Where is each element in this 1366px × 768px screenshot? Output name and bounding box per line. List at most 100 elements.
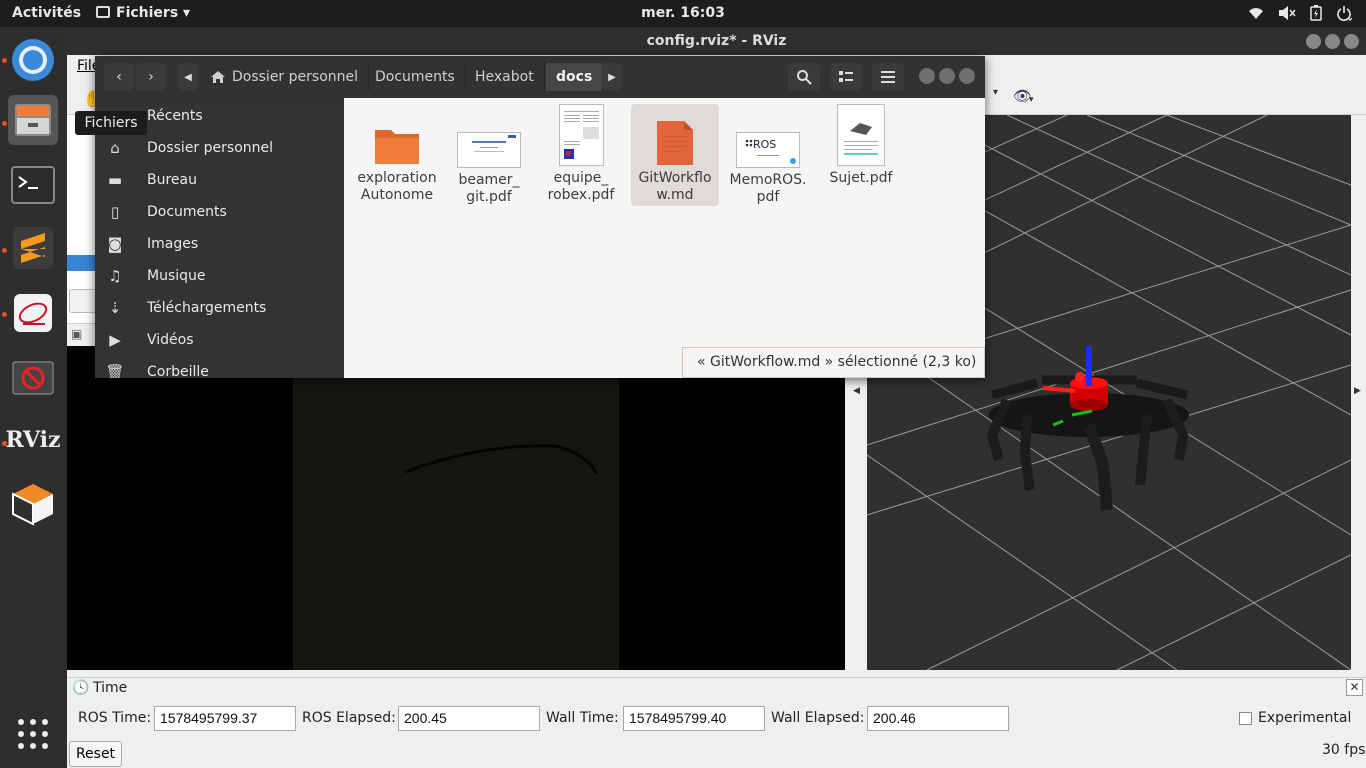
hamburger-icon: [881, 71, 895, 83]
camera-image: [293, 346, 619, 670]
fps-readout: 30 fps: [1322, 742, 1366, 758]
experimental-checkbox[interactable]: [1239, 712, 1252, 725]
tool-dropdown-icon[interactable]: ▾: [993, 87, 998, 98]
files-maximize-button[interactable]: [939, 68, 955, 84]
document-icon: ▯: [110, 203, 120, 221]
dock: RViz: [0, 27, 67, 768]
view-dropdown-icon[interactable]: ▾: [1029, 95, 1034, 105]
breadcrumb-documents[interactable]: Documents: [365, 63, 466, 91]
sidebar-item-label: Documents: [147, 204, 227, 220]
file-item[interactable]: ROS MemoROS. pdf: [724, 104, 812, 206]
close-button[interactable]: [1344, 34, 1359, 49]
sidebar-item-label: Récents: [147, 108, 203, 124]
clock-icon: 🕓: [72, 680, 90, 696]
sidebar-item-home[interactable]: ⌂ Dossier personnel: [95, 132, 344, 164]
pdf-paper-thumbnail: [558, 104, 604, 166]
file-item[interactable]: beamer_ git.pdf: [445, 104, 533, 206]
selection-status: « GitWorkflow.md » sélectionné (2,3 ko): [682, 347, 985, 378]
wall-elapsed-label: Wall Elapsed:: [771, 710, 865, 726]
wall-time-label: Wall Time:: [546, 710, 619, 726]
top-bar: Activités Fichiers ▾ mer. 16:03: [0, 0, 1366, 27]
volume-muted-icon[interactable]: [1278, 5, 1296, 21]
sidebar-item-downloads[interactable]: ⇣ Téléchargements: [95, 292, 344, 324]
system-tray[interactable]: [1248, 5, 1352, 21]
view-toggle-button[interactable]: [830, 63, 862, 91]
right-dock-strip[interactable]: ▶: [1351, 115, 1366, 670]
trash-icon: 🗑: [105, 363, 125, 378]
list-view-icon: [839, 71, 853, 82]
breadcrumb-scroll-right[interactable]: ▶: [602, 63, 622, 91]
rviz-title-bar: config.rviz* - RViz: [67, 27, 1366, 55]
forward-button[interactable]: ›: [136, 63, 166, 91]
home-icon: ⌂: [110, 139, 120, 157]
back-button[interactable]: ‹: [104, 63, 134, 91]
file-name-line1: Sujet.pdf: [829, 170, 893, 186]
breadcrumb-hexabot[interactable]: Hexabot: [465, 63, 545, 91]
power-menu-icon[interactable]: [1336, 5, 1352, 21]
close-panel-button[interactable]: ✕: [1346, 679, 1363, 696]
file-name-line2: robex.pdf: [547, 187, 615, 203]
file-name-line2: Autonome: [360, 187, 434, 203]
file-item[interactable]: equipe_ robex.pdf: [537, 104, 625, 204]
ros-elapsed-field[interactable]: 200.45: [398, 706, 540, 731]
breadcrumb-home[interactable]: Dossier personnel: [200, 63, 370, 91]
camera-icon: ◙: [107, 235, 123, 253]
collapse-left-icon[interactable]: ◀: [853, 386, 860, 396]
files-close-button[interactable]: [959, 68, 975, 84]
file-name-line1: beamer_: [458, 172, 520, 188]
sidebar-item-videos[interactable]: ▶ Vidéos: [95, 324, 344, 356]
files-window-controls: [919, 68, 975, 84]
running-indicator: [2, 312, 7, 317]
show-applications-icon[interactable]: [8, 709, 58, 759]
clock[interactable]: mer. 16:03: [0, 5, 1366, 21]
battery-icon[interactable]: [1310, 5, 1322, 21]
sidebar-item-music[interactable]: ♫ Musique: [95, 260, 344, 292]
folder-icon: [373, 126, 421, 166]
hexapod-robot: [986, 346, 1189, 511]
files-minimize-button[interactable]: [919, 68, 935, 84]
wall-time-field[interactable]: 1578495799.40: [623, 706, 765, 731]
chromium-icon[interactable]: [8, 35, 58, 85]
sublime-text-icon[interactable]: [8, 223, 58, 273]
collapse-right-icon[interactable]: ▶: [1354, 386, 1361, 396]
wifi-icon[interactable]: [1248, 5, 1264, 21]
menu-button[interactable]: [872, 63, 904, 91]
maximize-button[interactable]: [1325, 34, 1340, 49]
chevron-left-icon: ‹: [116, 69, 122, 85]
window-title: config.rviz* - RViz: [646, 33, 787, 49]
blocked-app-icon[interactable]: [8, 353, 58, 403]
3d-app-icon[interactable]: [8, 479, 58, 529]
terminal-icon[interactable]: [8, 160, 58, 210]
file-item-selected[interactable]: GitWorkflo w.md: [631, 104, 719, 206]
file-item[interactable]: Sujet.pdf: [817, 104, 905, 187]
files-icon[interactable]: [8, 95, 58, 145]
ros-time-field[interactable]: 1578495799.37: [154, 706, 296, 731]
folder-icon: ▬: [107, 171, 123, 189]
sidebar-item-trash[interactable]: 🗑 Corbeille: [95, 356, 344, 378]
sidebar-item-desktop[interactable]: ▬ Bureau: [95, 164, 344, 196]
markdown-file-icon: [656, 120, 694, 166]
minimize-button[interactable]: [1306, 34, 1321, 49]
file-name-line1: equipe_: [553, 170, 609, 186]
sidebar-item-label: Téléchargements: [147, 300, 267, 316]
wall-elapsed-field[interactable]: 200.46: [867, 706, 1009, 731]
music-icon: ♫: [108, 267, 122, 285]
search-button[interactable]: [788, 63, 820, 91]
file-item[interactable]: exploration Autonome: [353, 104, 441, 204]
sidebar-item-label: Dossier personnel: [147, 140, 274, 156]
reset-button[interactable]: Reset: [69, 741, 122, 767]
camera-frame-content: [404, 444, 599, 475]
camera-panel-icon: ▣: [71, 327, 83, 341]
time-panel-title: Time: [93, 680, 128, 696]
dock-tooltip: Fichiers: [75, 111, 147, 135]
sidebar-item-images[interactable]: ◙ Images: [95, 228, 344, 260]
sidebar-item-documents[interactable]: ▯ Documents: [95, 196, 344, 228]
pdf-reader-icon[interactable]: [8, 288, 58, 338]
sidebar-item-label: Corbeille: [147, 364, 209, 378]
chevron-right-icon: ›: [148, 69, 154, 85]
rviz-icon[interactable]: RViz: [5, 415, 60, 465]
breadcrumb-scroll-left[interactable]: ◀: [178, 63, 198, 91]
breadcrumb-docs[interactable]: docs: [546, 63, 604, 91]
selected-display-row[interactable]: [67, 255, 95, 271]
sidebar-item-label: Bureau: [147, 172, 197, 188]
